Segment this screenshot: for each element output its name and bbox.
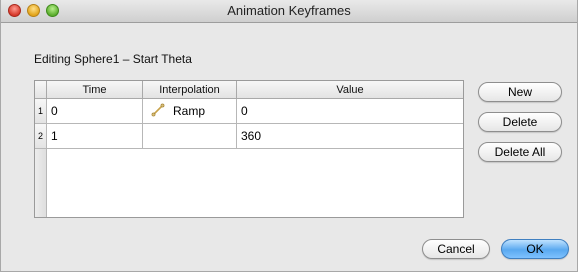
- delete-button[interactable]: Delete: [478, 112, 562, 132]
- editing-label: Editing Sphere1 – Start Theta: [34, 52, 192, 66]
- index-column-header: [35, 81, 47, 99]
- value-cell[interactable]: 0: [237, 99, 463, 124]
- time-cell[interactable]: 0: [47, 99, 143, 124]
- row-index-gutter: [35, 149, 47, 217]
- row-index: 1: [35, 99, 47, 124]
- table-header-row: Time Interpolation Value: [35, 81, 463, 99]
- interpolation-cell[interactable]: [143, 124, 237, 149]
- animation-keyframes-window: Animation Keyframes Editing Sphere1 – St…: [0, 0, 578, 272]
- keyframes-table: Time Interpolation Value 1 0 Ramp 0 2 1: [34, 80, 464, 218]
- title-bar: Animation Keyframes: [1, 0, 577, 23]
- interpolation-column-header[interactable]: Interpolation: [143, 81, 237, 99]
- cancel-button[interactable]: Cancel: [422, 239, 490, 259]
- interpolation-label: Ramp: [173, 104, 206, 118]
- interpolation-cell[interactable]: Ramp: [143, 99, 237, 124]
- new-button[interactable]: New: [478, 82, 562, 102]
- table-row[interactable]: 2 1 360: [35, 124, 463, 149]
- value-cell[interactable]: 360: [237, 124, 463, 149]
- time-column-header[interactable]: Time: [47, 81, 143, 99]
- row-index: 2: [35, 124, 47, 149]
- ok-button[interactable]: OK: [501, 239, 569, 259]
- time-cell[interactable]: 1: [47, 124, 143, 149]
- ramp-icon: [151, 101, 165, 117]
- delete-all-button[interactable]: Delete All: [478, 142, 562, 162]
- value-column-header[interactable]: Value: [237, 81, 463, 99]
- window-title: Animation Keyframes: [227, 3, 351, 18]
- table-row[interactable]: 1 0 Ramp 0: [35, 99, 463, 124]
